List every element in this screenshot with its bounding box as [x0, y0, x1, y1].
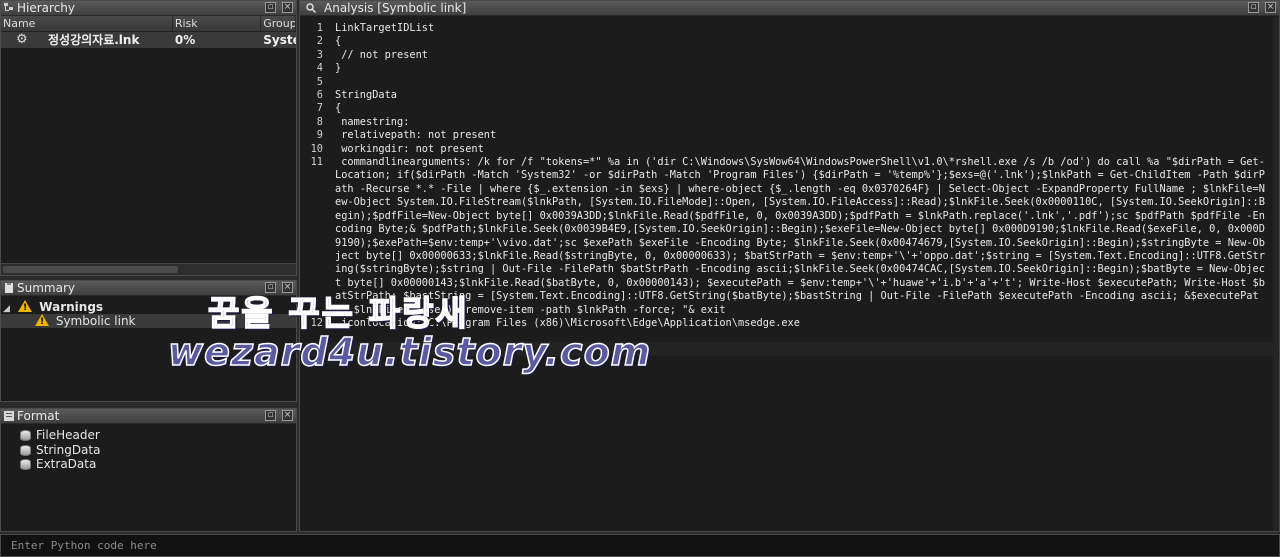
code-line: 11 commandlinearguments: /k for /f "toke… [300, 156, 1273, 317]
line-text: commandlinearguments: /k for /f "tokens=… [335, 156, 1265, 316]
close-icon[interactable]: × [282, 410, 293, 421]
code-view[interactable]: 1 LinkTargetIDList 2{3 // not present 4} 5 6 S… [300, 17, 1273, 531]
line-number: 6 [316, 89, 323, 102]
tree-row[interactable]: ⚙ 정성강의자료.lnk 0% System [1, 32, 296, 48]
line-number: 11 [310, 156, 323, 169]
line-text [335, 76, 1273, 89]
warnings-group[interactable]: ◢ Warnings [1, 300, 296, 315]
code-line: 3 // not present [300, 49, 1273, 62]
database-icon [20, 430, 31, 441]
line-text: } [335, 62, 342, 75]
line-text: LinkTargetIDList [335, 22, 435, 34]
code-line: 5 [300, 76, 1273, 89]
line-number: 2 [316, 35, 323, 48]
line-number: 7 [316, 102, 323, 115]
code-line: 10 workingdir: not present [300, 143, 1273, 156]
line-number: 8 [316, 115, 323, 128]
code-line: 8 namestring: [300, 116, 1273, 129]
code-line: 9 relativepath: not present [300, 129, 1273, 142]
format-item-label: FileHeader [36, 428, 100, 442]
analysis-panel: Analysis [Symbolic link] ▫ × 1 LinkTargetI… [299, 0, 1280, 532]
hierarchy-title: Hierarchy [17, 1, 76, 15]
line-number: 9 [316, 129, 323, 142]
column-header-group[interactable]: Group [261, 16, 296, 31]
format-panel: Format ▫ × FileHeader StringData ExtraDat… [0, 408, 297, 532]
maximize-icon[interactable]: ▫ [265, 282, 276, 293]
code-line: 2{ [300, 35, 1273, 48]
code-line: 6 StringData [300, 89, 1273, 102]
database-icon [20, 444, 31, 456]
hierarchy-titlebar: Hierarchy ▫ × [1, 1, 296, 16]
line-number: 10 [310, 142, 323, 155]
line-text: // not present [335, 48, 428, 61]
code-line: 12 iconlocation: C:\Program Files (x86)\… [300, 317, 1273, 330]
summary-title: Summary [17, 281, 75, 295]
hierarchy-panel: Hierarchy ▫ × Name Risk Group ⚙ 정성강의자료.ln… [0, 0, 297, 276]
close-icon[interactable]: × [282, 2, 293, 13]
analysis-titlebar: Analysis [Symbolic link] ▫ × [300, 1, 1279, 16]
gear-icon: ⚙ [16, 32, 28, 47]
line-text: StringData [335, 89, 397, 102]
line-text: namestring: [335, 115, 410, 128]
close-icon[interactable]: × [1265, 2, 1276, 13]
analysis-title: Analysis [Symbolic link] [324, 1, 467, 15]
database-icon [20, 459, 31, 470]
code-line: 7{ [300, 102, 1273, 115]
line-text: { [335, 102, 342, 115]
warning-item[interactable]: Symbolic link [1, 314, 296, 329]
warnings-label: Warnings [39, 300, 104, 314]
analysis-scrollbar[interactable] [1273, 17, 1279, 531]
format-title: Format [17, 409, 60, 423]
scrollbar-thumb[interactable] [3, 266, 178, 273]
format-item-fileheader[interactable]: FileHeader [1, 428, 296, 443]
line-number: 3 [316, 48, 323, 61]
risk-value: 0% [174, 33, 196, 47]
line-text: iconlocation: C:\Program Files (x86)\Mic… [335, 316, 800, 329]
warning-icon [35, 314, 49, 329]
line-text: { [335, 35, 342, 48]
summary-icon [5, 283, 13, 293]
summary-titlebar: Summary ▫ × [1, 281, 296, 296]
format-titlebar: Format ▫ × [1, 409, 296, 424]
hierarchy-header: Name Risk Group [1, 16, 296, 32]
close-icon[interactable]: × [282, 282, 293, 293]
maximize-icon[interactable]: ▫ [265, 410, 276, 421]
line-number: 4 [316, 62, 323, 75]
format-item-extradata[interactable]: ExtraData [1, 457, 296, 472]
collapse-arrow-icon[interactable]: ◢ [3, 304, 10, 314]
maximize-icon[interactable]: ▫ [1248, 2, 1259, 13]
format-item-label: StringData [36, 442, 101, 457]
warning-item-label: Symbolic link [55, 314, 136, 328]
line-text: relativepath: not present [335, 129, 497, 142]
code-line: 1 LinkTargetIDList [300, 22, 1273, 35]
hierarchy-scrollbar[interactable] [1, 263, 296, 275]
group-value: System [263, 33, 296, 47]
line-number: 5 [316, 75, 323, 88]
code-line: 4} [300, 62, 1273, 75]
magnifier-icon [306, 3, 316, 13]
python-input[interactable] [0, 534, 1280, 557]
format-item-stringdata[interactable]: StringData [1, 443, 296, 458]
line-text: workingdir: not present [335, 142, 484, 155]
warning-icon [18, 300, 33, 315]
format-icon [4, 411, 14, 421]
summary-panel: Summary ▫ × ◢ Warnings Symbolic link [0, 280, 297, 402]
column-header-risk[interactable]: Risk [173, 16, 262, 31]
file-name: 정성강의자료.lnk [48, 33, 140, 47]
line-number: 12 [310, 316, 323, 329]
maximize-icon[interactable]: ▫ [265, 2, 276, 13]
hierarchy-icon [4, 3, 13, 11]
line-number: 1 [316, 22, 323, 34]
column-header-name[interactable]: Name [1, 16, 173, 31]
